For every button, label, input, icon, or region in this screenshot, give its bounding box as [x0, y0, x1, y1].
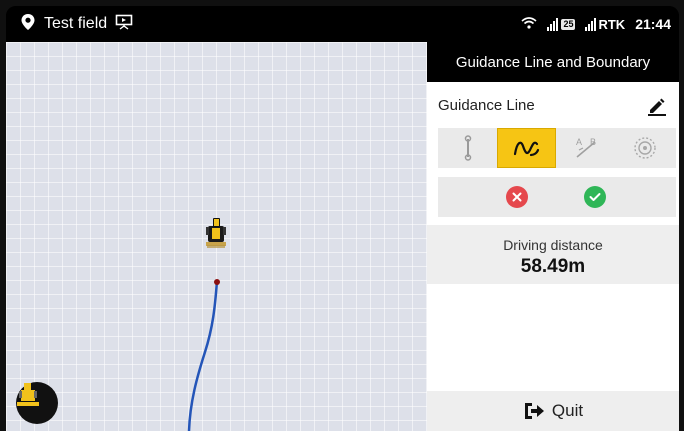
clock: 21:44 — [635, 16, 671, 32]
ab-line-icon: A B — [576, 137, 596, 158]
svg-text:A: A — [576, 137, 582, 147]
map-view[interactable] — [6, 42, 427, 431]
mode-ab-line-button[interactable]: A B — [556, 128, 615, 168]
panel-title: Guidance Line and Boundary — [427, 42, 679, 82]
sim-badge: 25 — [561, 18, 576, 30]
cancel-button[interactable] — [506, 186, 528, 208]
edit-button[interactable] — [647, 96, 667, 116]
driving-distance-label: Driving distance — [503, 237, 603, 253]
guidance-line-label: Guidance Line — [438, 96, 535, 114]
check-icon — [589, 193, 601, 201]
presentation-icon — [115, 14, 133, 35]
line-start-point — [214, 279, 220, 285]
tractor-center-button[interactable] — [16, 382, 58, 424]
cellular-signal-icon: 25 — [547, 17, 576, 31]
mode-pivot-button[interactable] — [615, 128, 674, 168]
tractor-icon — [17, 383, 39, 406]
field-name: Test field — [44, 15, 108, 32]
rtk-signal-icon: RTK — [585, 17, 625, 32]
tractor-icon — [206, 218, 226, 248]
straight-line-icon — [464, 135, 471, 161]
confirm-row — [438, 177, 676, 217]
recorded-guidance-line — [187, 280, 219, 431]
guidance-line-row: Guidance Line — [427, 82, 679, 128]
guidance-panel: Guidance Line and Boundary Guidance Line — [427, 42, 679, 431]
location-pin-icon — [20, 13, 36, 36]
driving-distance-card: Driving distance 58.49m — [427, 225, 679, 284]
confirm-button[interactable] — [584, 186, 606, 208]
quit-button[interactable]: Quit — [427, 391, 679, 431]
mode-curve-button[interactable] — [497, 128, 556, 168]
driving-distance-value: 58.49m — [520, 256, 586, 277]
curve-line-icon — [513, 141, 539, 157]
exit-icon — [524, 403, 544, 419]
field-info[interactable]: Test field — [20, 6, 133, 42]
status-bar: Test field 25 RTK 21:44 — [6, 6, 679, 42]
mode-straight-line-button[interactable] — [438, 128, 497, 168]
pivot-circle-icon — [633, 137, 656, 159]
close-icon — [512, 192, 522, 202]
pencil-icon — [648, 98, 666, 116]
quit-label: Quit — [551, 401, 584, 420]
app-window: Test field 25 RTK 21:44 Guidance Line an… — [6, 6, 679, 431]
rtk-label: RTK — [598, 16, 626, 32]
status-indicators: 25 RTK 21:44 — [521, 6, 671, 42]
map-overlay — [187, 218, 226, 431]
wifi-icon — [521, 16, 537, 32]
guidance-mode-selector: A B — [438, 128, 676, 168]
